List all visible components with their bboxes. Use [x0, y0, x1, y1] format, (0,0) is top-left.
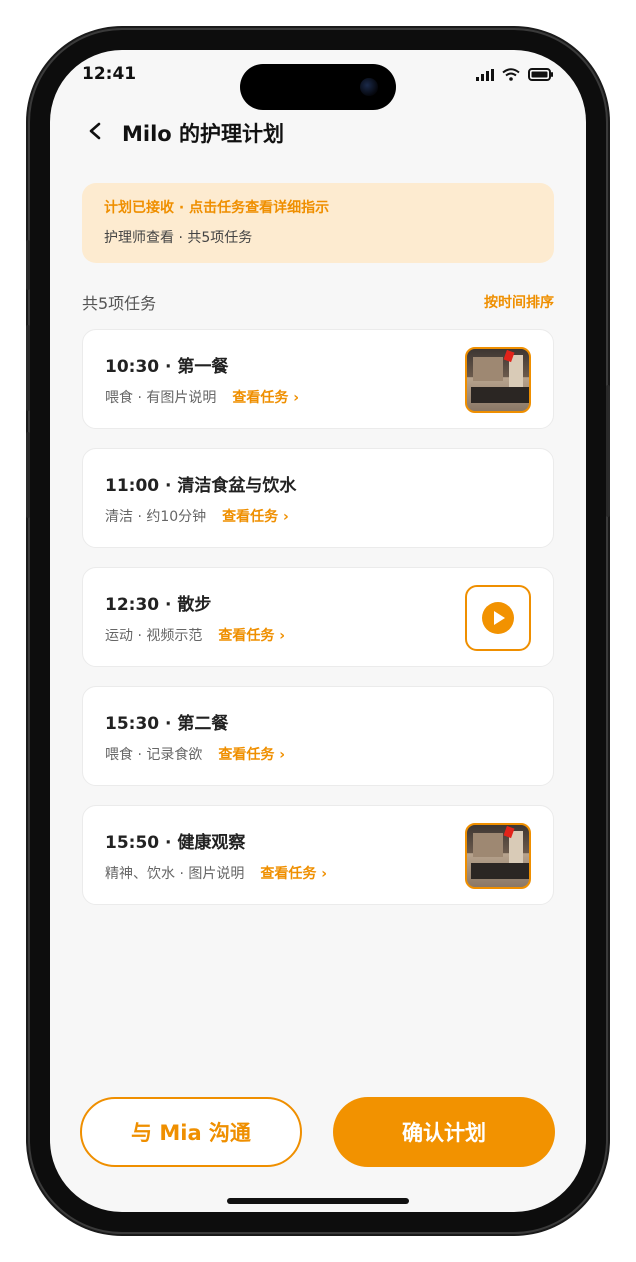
task-image-thumbnail[interactable] — [465, 823, 531, 889]
task-count-label: 共5项任务 — [82, 294, 157, 313]
view-task-link[interactable]: 查看任务 › — [218, 625, 285, 645]
dynamic-island — [240, 64, 396, 110]
back-button[interactable] — [88, 121, 108, 146]
chat-with-mia-button[interactable]: 与 Mia 沟通 — [80, 1097, 302, 1167]
action-button — [26, 240, 30, 290]
home-indicator[interactable] — [227, 1198, 409, 1204]
task-meta: 清洁 · 约10分钟 查看任务 › — [105, 506, 531, 526]
view-task-link[interactable]: 查看任务 › — [260, 863, 327, 883]
battery-icon — [528, 68, 553, 81]
volume-down-button — [26, 432, 30, 518]
task-subtitle: 运动 · 视频示范 — [105, 628, 203, 644]
notice-secondary-text: 护理师查看 · 共5项任务 — [104, 230, 253, 246]
screen: 12:41 Milo 的护理计划 计划已接收 · 点击任务查看详细指示 护理师查… — [50, 50, 586, 1212]
task-meta: 喂食 · 记录食欲 查看任务 › — [105, 744, 531, 764]
page-title: Milo 的护理计划 — [122, 122, 285, 146]
section-header: 共5项任务 按时间排序 — [82, 290, 554, 314]
notice-banner: 计划已接收 · 点击任务查看详细指示 护理师查看 · 共5项任务 — [82, 183, 554, 263]
sort-by-time-button[interactable]: 按时间排序 — [484, 292, 554, 312]
task-card-health-check[interactable]: 15:50 · 健康观察 精神、饮水 · 图片说明 查看任务 › — [82, 805, 554, 905]
task-subtitle: 喂食 · 有图片说明 — [105, 390, 217, 406]
power-button — [606, 385, 610, 517]
confirm-plan-button[interactable]: 确认计划 — [333, 1097, 555, 1167]
task-image-thumbnail[interactable] — [465, 347, 531, 413]
task-card-clean-bowl[interactable]: 11:00 · 清洁食盆与饮水 清洁 · 约10分钟 查看任务 › — [82, 448, 554, 548]
status-time: 12:41 — [82, 64, 137, 84]
task-card-walk[interactable]: 12:30 · 散步 运动 · 视频示范 查看任务 › — [82, 567, 554, 667]
task-title: 11:00 · 清洁食盆与饮水 — [105, 476, 297, 496]
view-task-link[interactable]: 查看任务 › — [218, 744, 285, 764]
play-icon — [482, 602, 514, 634]
chevron-left-icon — [89, 122, 101, 139]
header: Milo 的护理计划 — [88, 118, 284, 148]
task-subtitle: 喂食 · 记录食欲 — [105, 747, 203, 763]
wifi-icon — [502, 68, 520, 81]
view-task-link[interactable]: 查看任务 › — [232, 387, 299, 407]
task-card-second-meal[interactable]: 15:30 · 第二餐 喂食 · 记录食欲 查看任务 › — [82, 686, 554, 786]
view-task-link[interactable]: 查看任务 › — [222, 506, 289, 526]
play-video-button[interactable] — [465, 585, 531, 651]
task-subtitle: 精神、饮水 · 图片说明 — [105, 866, 245, 882]
task-title: 15:30 · 第二餐 — [105, 714, 229, 734]
task-subtitle: 清洁 · 约10分钟 — [105, 509, 207, 525]
status-icons — [476, 68, 554, 81]
task-card-first-meal[interactable]: 10:30 · 第一餐 喂食 · 有图片说明 查看任务 › — [82, 329, 554, 429]
notice-primary-text: 计划已接收 · 点击任务查看详细指示 — [104, 200, 330, 216]
signal-icon — [476, 68, 494, 81]
volume-up-button — [26, 325, 30, 411]
